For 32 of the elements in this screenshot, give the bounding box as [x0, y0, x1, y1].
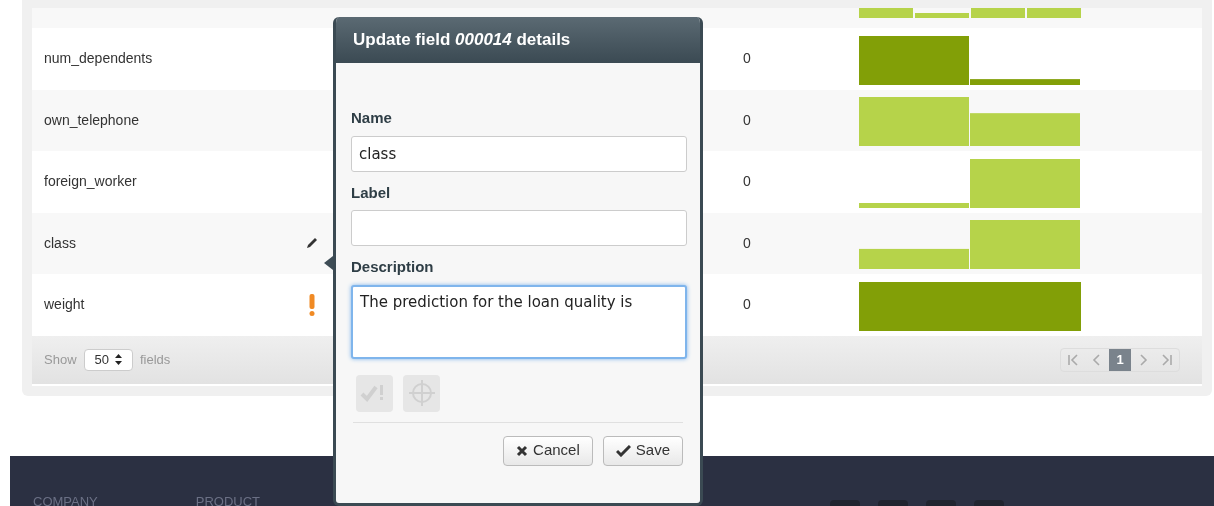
field-name: foreign_worker	[43, 172, 138, 192]
missing-count: 0	[743, 110, 752, 130]
field-label: Description	[351, 257, 435, 277]
name-field[interactable]: class	[351, 135, 687, 172]
field-name: weight	[43, 295, 86, 315]
field-name: num_dependents	[43, 49, 154, 69]
field-name: class	[43, 233, 77, 253]
label-field[interactable]	[351, 210, 687, 246]
stepper-icon	[115, 354, 122, 365]
warning-icon	[309, 293, 315, 316]
field-label: Label	[351, 182, 392, 203]
description-field[interactable]: The prediction for the loan quality is	[351, 284, 687, 359]
field-label: Name	[351, 108, 393, 128]
close-icon	[516, 444, 529, 457]
missing-count: 0	[743, 233, 752, 253]
pencil-icon[interactable]	[306, 237, 318, 250]
footer-heading: COMPANY	[33, 493, 98, 506]
cancel-button[interactable]: Cancel	[503, 435, 593, 466]
last-page-icon[interactable]	[1160, 352, 1174, 367]
field-name: own_telephone	[43, 110, 140, 130]
missing-count: 0	[743, 295, 752, 315]
check-icon	[615, 444, 631, 457]
missing-count: 0	[743, 49, 752, 69]
fields-label: fields	[140, 350, 171, 369]
show-label: Show	[44, 350, 77, 369]
footer-heading: PRODUCT	[195, 493, 261, 506]
missing-count: 0	[743, 172, 752, 192]
save-button[interactable]: Save	[602, 435, 683, 466]
dialog-title: Update field 000014 details	[353, 29, 571, 52]
page-button[interactable]: 1	[1109, 348, 1131, 371]
first-page-icon[interactable]	[1066, 352, 1080, 367]
page-size-select[interactable]: 50	[83, 348, 133, 371]
